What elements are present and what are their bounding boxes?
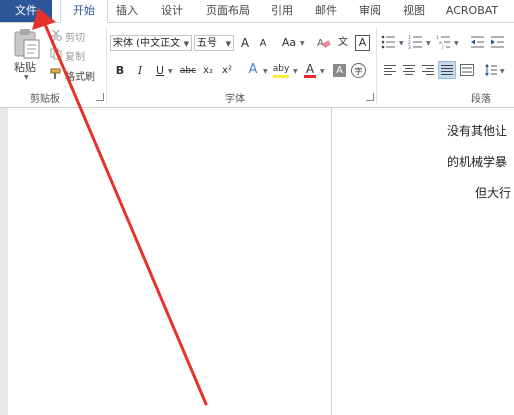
red-arrow-annotation (32, 8, 208, 406)
